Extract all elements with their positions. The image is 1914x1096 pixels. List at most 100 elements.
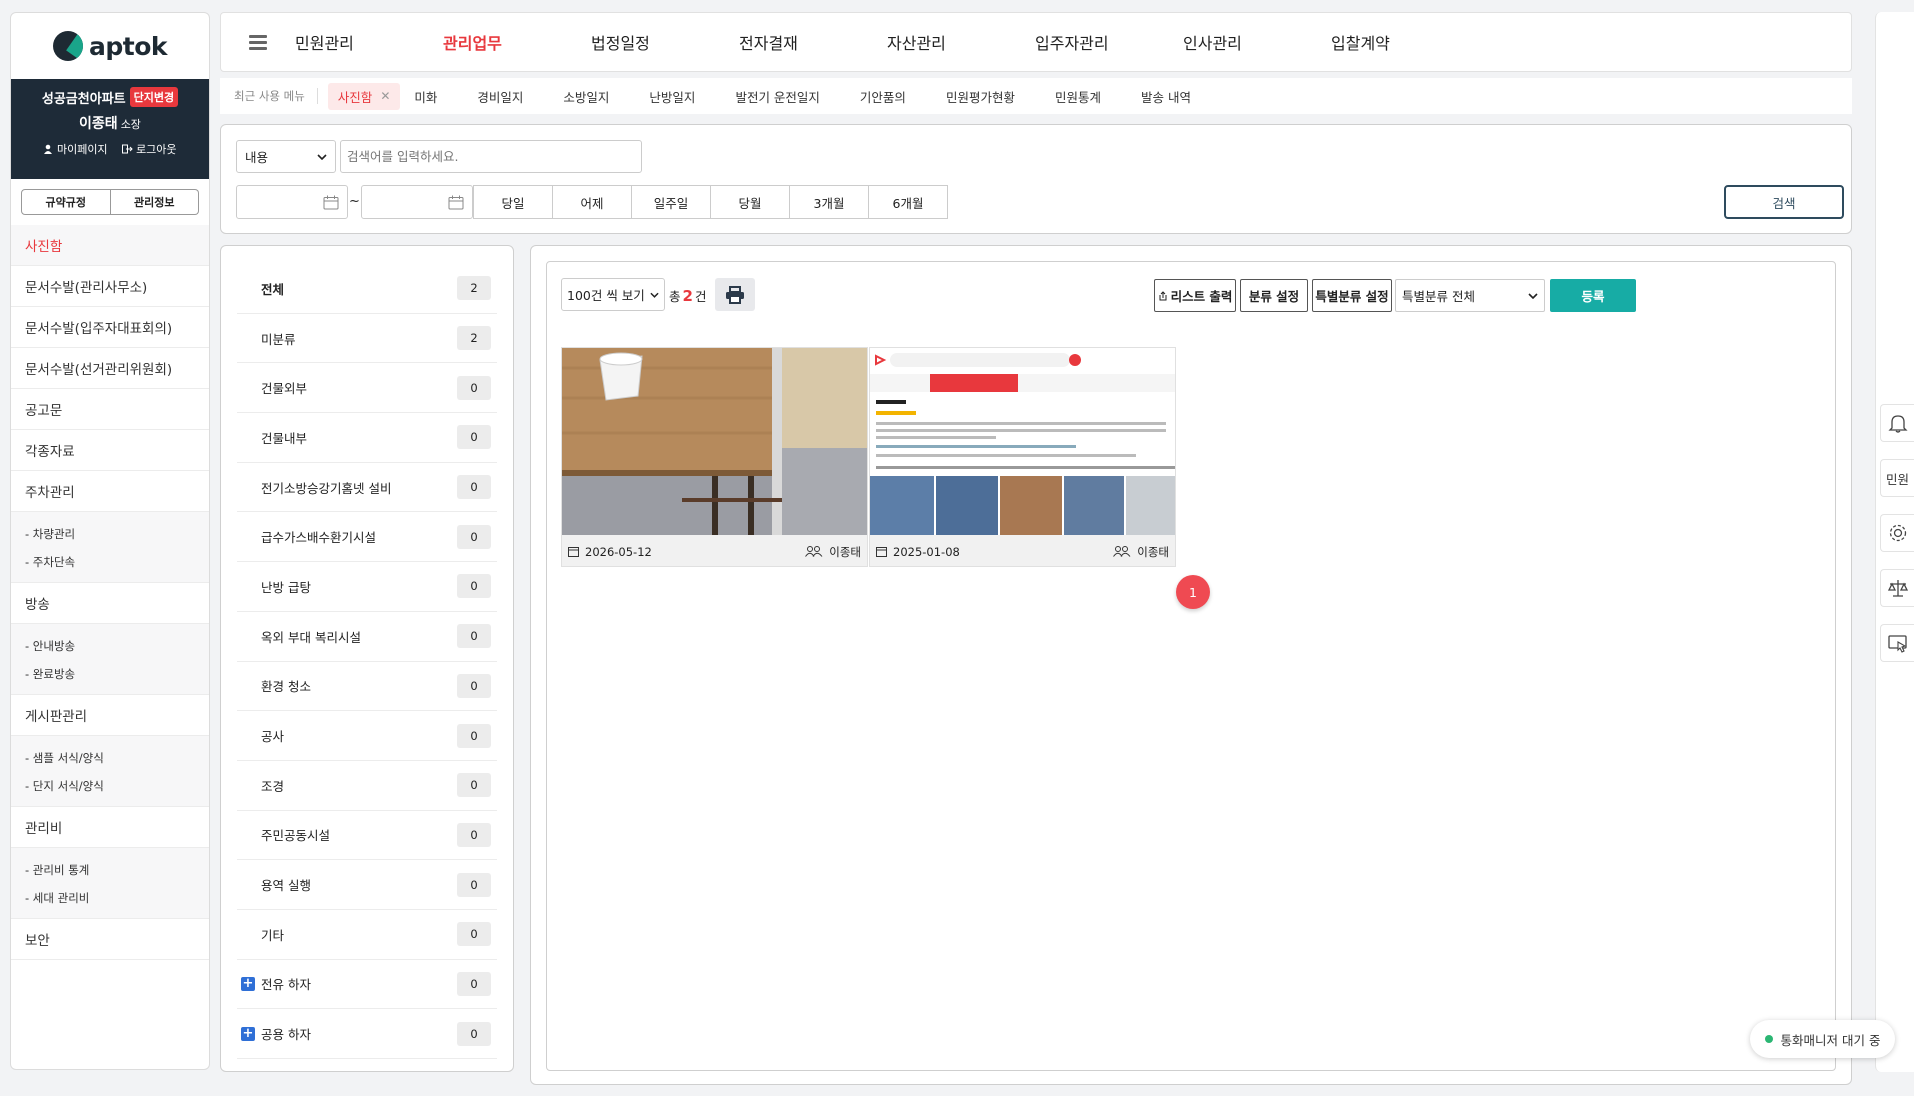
user-name: 이종태 [79, 116, 118, 132]
start-date-input[interactable] [236, 185, 348, 219]
category-row[interactable]: + 전유 하자 0 [237, 960, 497, 1010]
nav-residents[interactable]: 입주자관리 [1035, 30, 1183, 54]
submenu-guide-broadcast[interactable]: - 안내방송 [25, 632, 209, 660]
sidebar-item-docs-residents[interactable]: 문서수발(입주자대표회의) [11, 307, 209, 348]
period-today-button[interactable]: 당일 [473, 185, 553, 219]
regulations-button[interactable]: 규약규정 [21, 189, 111, 215]
expand-plus-icon[interactable]: + [241, 1026, 255, 1041]
sidebar-item-photo-box[interactable]: 사진함 [11, 225, 209, 266]
recent-tab[interactable]: 발전기 운전일지 [735, 87, 819, 106]
category-row[interactable]: 옥외 부대 복리시설 0 [237, 612, 497, 662]
nav-e-approval[interactable]: 전자결재 [739, 30, 887, 54]
calendar-icon[interactable] [448, 195, 464, 210]
close-icon[interactable]: ✕ [380, 89, 390, 103]
special-category-setting-button[interactable]: 특별분류 설정 [1312, 279, 1392, 312]
recent-tab[interactable]: 발송 내역 [1141, 87, 1191, 106]
sidebar-item-notice[interactable]: 공고문 [11, 389, 209, 430]
category-row[interactable]: 건물내부 0 [237, 413, 497, 463]
search-field-select[interactable]: 내용 [236, 140, 336, 173]
category-row[interactable]: 미분류 2 [237, 314, 497, 364]
chevron-down-icon [650, 292, 659, 298]
period-yesterday-button[interactable]: 어제 [552, 185, 632, 219]
period-6months-button[interactable]: 6개월 [868, 185, 948, 219]
recent-tab[interactable]: 기안품의 [860, 87, 906, 106]
category-row[interactable]: 환경 청소 0 [237, 662, 497, 712]
submenu-fee-stats[interactable]: - 관리비 통계 [25, 856, 209, 884]
management-info-button[interactable]: 관리정보 [110, 189, 199, 215]
recent-tab[interactable]: 미화 [414, 87, 437, 106]
sidebar-item-broadcast[interactable]: 방송 [11, 583, 209, 624]
per-page-select[interactable]: 100건 씩 보기 [561, 278, 665, 311]
scale-balance-icon[interactable] [1880, 569, 1914, 607]
category-row[interactable]: 급수가스배수환기시설 0 [237, 512, 497, 563]
nav-complaints[interactable]: 민원관리 [295, 30, 443, 54]
sidebar-item-docs-office[interactable]: 문서수발(관리사무소) [11, 266, 209, 307]
category-row[interactable]: 난방 급탕 0 [237, 562, 497, 612]
category-row[interactable]: 기타 0 [237, 910, 497, 960]
photo-card[interactable]: 2025-01-08 이종태 [869, 347, 1176, 567]
notification-bell-icon[interactable] [1880, 404, 1914, 442]
category-setting-button[interactable]: 분류 설정 [1240, 279, 1308, 312]
complex-change-button[interactable]: 단지변경 [129, 87, 179, 107]
sidebar-item-docs-election[interactable]: 문서수발(선거관리위원회) [11, 348, 209, 389]
category-row[interactable]: 전체 2 [237, 264, 497, 314]
search-button[interactable]: 검색 [1724, 185, 1844, 219]
recent-tab[interactable]: 민원평가현황 [946, 87, 1015, 106]
period-month-button[interactable]: 당월 [710, 185, 790, 219]
submenu-sample-forms[interactable]: - 샘플 서식/양식 [25, 744, 209, 772]
nav-management-work[interactable]: 관리업무 [443, 30, 591, 54]
submenu-done-broadcast[interactable]: - 완료방송 [25, 660, 209, 688]
category-row[interactable]: 전기소방승강기홈넷 설비 0 [237, 463, 497, 513]
category-row[interactable]: 공사 0 [237, 711, 497, 761]
list-print-button[interactable]: 리스트 출력 [1154, 279, 1236, 312]
period-week-button[interactable]: 일주일 [631, 185, 711, 219]
photo-date: 2026-05-12 [568, 545, 652, 559]
sidebar-item-materials[interactable]: 각종자료 [11, 430, 209, 471]
remote-support-icon[interactable] [1880, 624, 1914, 662]
call-manager-status[interactable]: 통화매니저 대기 중 [1750, 1020, 1895, 1058]
search-input[interactable] [340, 140, 642, 173]
print-button[interactable] [715, 278, 755, 311]
recent-tab-current[interactable]: 사진함 ✕ [327, 82, 401, 110]
recent-tab[interactable]: 경비일지 [477, 87, 523, 106]
category-row[interactable]: 건물외부 0 [237, 363, 497, 414]
photo-card[interactable]: 2026-05-12 이종태 [561, 347, 868, 567]
recent-tab[interactable]: 소방일지 [563, 87, 609, 106]
period-3months-button[interactable]: 3개월 [789, 185, 869, 219]
calendar-icon[interactable] [323, 195, 339, 210]
dock-complaint[interactable]: 민원 [1880, 459, 1914, 497]
expand-plus-icon[interactable]: + [241, 976, 255, 991]
photo-date: 2025-01-08 [876, 545, 960, 559]
sidebar-item-fees[interactable]: 관리비 [11, 807, 209, 848]
photo-card-footer: 2025-01-08 이종태 [870, 535, 1175, 566]
submenu-complex-forms[interactable]: - 단지 서식/양식 [25, 772, 209, 800]
category-count: 0 [457, 425, 491, 450]
submenu-parking-enforce[interactable]: - 주차단속 [25, 548, 209, 576]
settings-gear-icon[interactable] [1880, 514, 1914, 552]
register-button[interactable]: 등록 [1550, 279, 1636, 312]
mypage-link[interactable]: 마이페이지 [43, 141, 108, 157]
special-category-select[interactable]: 특별분류 전체 [1395, 279, 1545, 312]
sidebar-item-board[interactable]: 게시판관리 [11, 695, 209, 736]
sidebar-item-security[interactable]: 보안 [11, 919, 209, 960]
submenu-vehicle[interactable]: - 차량관리 [25, 520, 209, 548]
submenu-household-fees[interactable]: - 세대 관리비 [25, 884, 209, 912]
nav-bidding[interactable]: 입찰계약 [1331, 30, 1479, 54]
nav-hr[interactable]: 인사관리 [1183, 30, 1331, 54]
hamburger-menu-icon[interactable] [249, 32, 267, 53]
pagination-page-1[interactable]: 1 [1176, 575, 1210, 609]
photo-thumbnail[interactable] [870, 348, 1175, 535]
category-row[interactable]: + 공용 하자 0 [237, 1009, 497, 1059]
end-date-input[interactable] [361, 185, 473, 219]
logo[interactable]: aptok [11, 13, 209, 79]
logout-link[interactable]: 로그아웃 [121, 141, 177, 157]
nav-assets[interactable]: 자산관리 [887, 30, 1035, 54]
recent-tab[interactable]: 민원통계 [1055, 87, 1101, 106]
sidebar-item-parking[interactable]: 주차관리 [11, 471, 209, 512]
photo-thumbnail[interactable] [562, 348, 867, 535]
category-row[interactable]: 주민공동시설 0 [237, 811, 497, 861]
category-row[interactable]: 조경 0 [237, 761, 497, 811]
recent-tab[interactable]: 난방일지 [649, 87, 695, 106]
nav-legal-schedule[interactable]: 법정일정 [591, 30, 739, 54]
category-row[interactable]: 용역 실행 0 [237, 860, 497, 910]
